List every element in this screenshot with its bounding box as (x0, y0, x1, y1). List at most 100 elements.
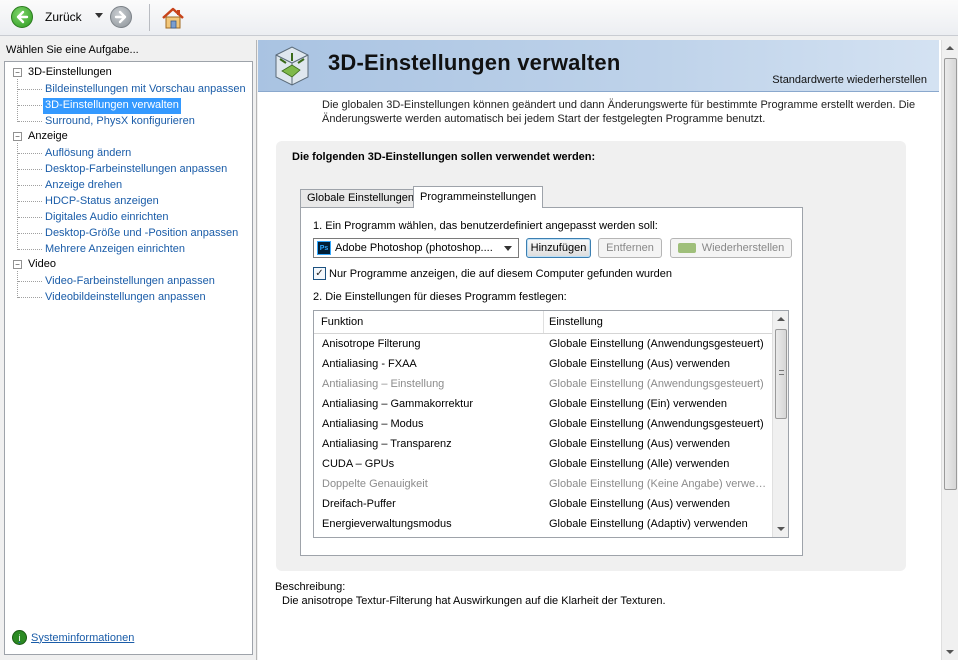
table-row[interactable]: Antialiasing - FXAA Globale Einstellung (… (314, 355, 774, 375)
function-cell: Antialiasing – Transparenz (322, 438, 452, 450)
system-info-link[interactable]: i Systeminformationen (12, 630, 134, 645)
tree-connector (17, 79, 18, 122)
show-found-programs-label[interactable]: Nur Programme anzeigen, die auf diesem C… (329, 268, 672, 280)
function-cell: Antialiasing – Modus (322, 418, 424, 430)
tree-connector (18, 105, 42, 106)
function-cell: Doppelte Genauigkeit (322, 478, 428, 490)
setting-cell[interactable]: Globale Einstellung (Ein) verwenden (549, 398, 767, 410)
scroll-thumb[interactable] (775, 329, 787, 419)
description-text: Die anisotrope Textur-Filterung hat Ausw… (282, 595, 666, 607)
chevron-down-icon[interactable] (504, 245, 512, 251)
setting-cell[interactable]: Globale Einstellung (Alle) verwenden (549, 458, 767, 470)
3d-settings-icon (270, 43, 314, 89)
settings-panel: Die folgenden 3D-Einstellungen sollen ve… (276, 141, 906, 571)
restore-button[interactable]: Wiederherstellen (670, 238, 792, 258)
collapse-toggle-icon[interactable]: − (13, 260, 22, 269)
restore-button-label: Wiederherstellen (701, 242, 785, 254)
column-header-function[interactable]: Funktion (321, 316, 363, 328)
setting-cell[interactable]: Globale Einstellung (Aus) verwenden (549, 438, 767, 450)
collapse-toggle-icon[interactable]: − (13, 132, 22, 141)
sidebar-item[interactable]: Bildeinstellungen mit Vorschau anpassen (45, 82, 246, 98)
scroll-down-icon[interactable] (777, 527, 785, 531)
table-row[interactable]: Antialiasing – Transparenz Globale Einste… (314, 435, 774, 455)
program-select-value: Adobe Photoshop (photoshop.... (335, 242, 493, 254)
table-row[interactable]: Antialiasing – Gammakorrektur Globale Ein… (314, 395, 774, 415)
tree-group-label[interactable]: Video (28, 258, 56, 270)
setting-cell[interactable]: Globale Einstellung (Anwendungsgesteuert… (549, 378, 767, 390)
step2-label: 2. Die Einstellungen für dieses Programm… (313, 291, 567, 303)
tree-connector (18, 153, 42, 154)
column-header-setting[interactable]: Einstellung (549, 316, 603, 328)
function-cell: Antialiasing – Gammakorrektur (322, 398, 474, 410)
chevron-down-icon[interactable] (95, 13, 103, 18)
sidebar-item[interactable]: Mehrere Anzeigen einrichten (45, 242, 185, 258)
program-select[interactable]: Ps Adobe Photoshop (photoshop.... (313, 238, 519, 258)
show-found-programs-row[interactable]: ✓ Nur Programme anzeigen, die auf diesem… (313, 267, 672, 280)
column-divider[interactable] (543, 311, 544, 333)
table-row[interactable]: Dreifach-Puffer Globale Einstellung (Aus)… (314, 495, 774, 515)
setting-cell[interactable]: Globale Einstellung (Anwendungsgesteuert… (549, 418, 767, 430)
table-row[interactable]: Doppelte Genauigkeit Globale Einstellung … (314, 475, 774, 495)
sidebar-item[interactable]: HDCP-Status anzeigen (45, 194, 159, 210)
task-pane-header: Wählen Sie eine Aufgabe... (6, 44, 139, 56)
page-scrollbar[interactable] (941, 40, 958, 660)
task-pane: Wählen Sie eine Aufgabe... −3D-Einstellu… (0, 40, 257, 660)
setting-cell[interactable]: Globale Einstellung (Keine Angabe) verwe… (549, 478, 767, 490)
step1-label: 1. Ein Programm wählen, das benutzerdefi… (313, 220, 658, 232)
sidebar-item[interactable]: Anzeige drehen (45, 178, 122, 194)
back-button-label[interactable]: Zurück (45, 10, 82, 24)
toolbar: Zurück (0, 0, 958, 36)
function-cell: CUDA – GPUs (322, 458, 395, 470)
forward-arrow-icon[interactable] (110, 6, 132, 28)
table-row[interactable]: Antialiasing – Modus Globale Einstellung … (314, 415, 774, 435)
tree-group-label[interactable]: 3D-Einstellungen (28, 66, 112, 78)
table-row[interactable]: Antialiasing – Einstellung Globale Einste… (314, 375, 774, 395)
remove-button[interactable]: Entfernen (598, 238, 662, 258)
sidebar-item[interactable]: Desktop-Größe und -Position anpassen (45, 226, 238, 242)
program-settings-tab-body: 1. Ein Programm wählen, das benutzerdefi… (300, 207, 803, 556)
setting-cell[interactable]: Globale Einstellung (Aus) verwenden (549, 358, 767, 370)
home-icon[interactable] (160, 5, 186, 31)
sidebar-item[interactable]: Digitales Audio einrichten (45, 210, 169, 226)
sidebar-item[interactable]: Auflösung ändern (45, 146, 131, 162)
photoshop-icon: Ps (317, 241, 331, 255)
tree-connector (18, 185, 42, 186)
sidebar-item[interactable]: Video-Farbeinstellungen anpassen (45, 274, 215, 290)
tree-connector (18, 121, 42, 122)
back-arrow-icon[interactable] (11, 6, 33, 28)
sidebar-item[interactable]: Videobildeinstellungen anpassen (45, 290, 206, 306)
sidebar-item[interactable]: Desktop-Farbeinstellungen anpassen (45, 162, 227, 178)
scroll-up-icon[interactable] (777, 317, 785, 321)
tab-global-settings[interactable]: Globale Einstellungen (300, 189, 422, 208)
show-found-programs-checkbox[interactable]: ✓ (313, 267, 326, 280)
table-row[interactable]: Anisotrope Filterung Globale Einstellung … (314, 335, 774, 355)
panel-heading: Die folgenden 3D-Einstellungen sollen ve… (292, 151, 596, 163)
add-button[interactable]: Hinzufügen (526, 238, 591, 258)
scroll-up-icon[interactable] (946, 46, 954, 50)
function-cell: Antialiasing - FXAA (322, 358, 417, 370)
table-row[interactable]: CUDA – GPUs Globale Einstellung (Alle) ve… (314, 455, 774, 475)
table-scrollbar[interactable] (772, 311, 788, 537)
scroll-down-icon[interactable] (946, 650, 954, 654)
sidebar-item[interactable]: Surround, PhysX konfigurieren (45, 114, 195, 130)
nvidia-icon (677, 243, 696, 253)
table-row[interactable]: Energieverwaltungsmodus Globale Einstellu… (314, 515, 774, 535)
intro-text: Die globalen 3D-Einstellungen können geä… (322, 99, 916, 125)
restore-defaults-link[interactable]: Standardwerte wiederherstellen (772, 74, 927, 86)
tree-connector (18, 297, 42, 298)
tree-group-label[interactable]: Anzeige (28, 130, 68, 142)
setting-cell[interactable]: Globale Einstellung (Anwendungsgesteuert… (549, 338, 767, 350)
scroll-thumb[interactable] (944, 58, 957, 490)
tree-connector (18, 169, 42, 170)
tree-connector (18, 281, 42, 282)
sidebar-item[interactable]: 3D-Einstellungen verwalten (43, 98, 181, 114)
system-info-label[interactable]: Systeminformationen (31, 632, 134, 644)
tab-program-settings[interactable]: Programmeinstellungen (413, 186, 544, 208)
collapse-toggle-icon[interactable]: − (13, 68, 22, 77)
setting-cell[interactable]: Globale Einstellung (Adaptiv) verwenden (549, 518, 767, 530)
task-tree[interactable]: −3D-Einstellungen Bildeinstellungen mit V… (4, 61, 253, 655)
tree-connector (18, 201, 42, 202)
tree-connector (18, 89, 42, 90)
content-pane: 3D-Einstellungen verwalten Standardwerte… (258, 40, 958, 660)
setting-cell[interactable]: Globale Einstellung (Aus) verwenden (549, 498, 767, 510)
